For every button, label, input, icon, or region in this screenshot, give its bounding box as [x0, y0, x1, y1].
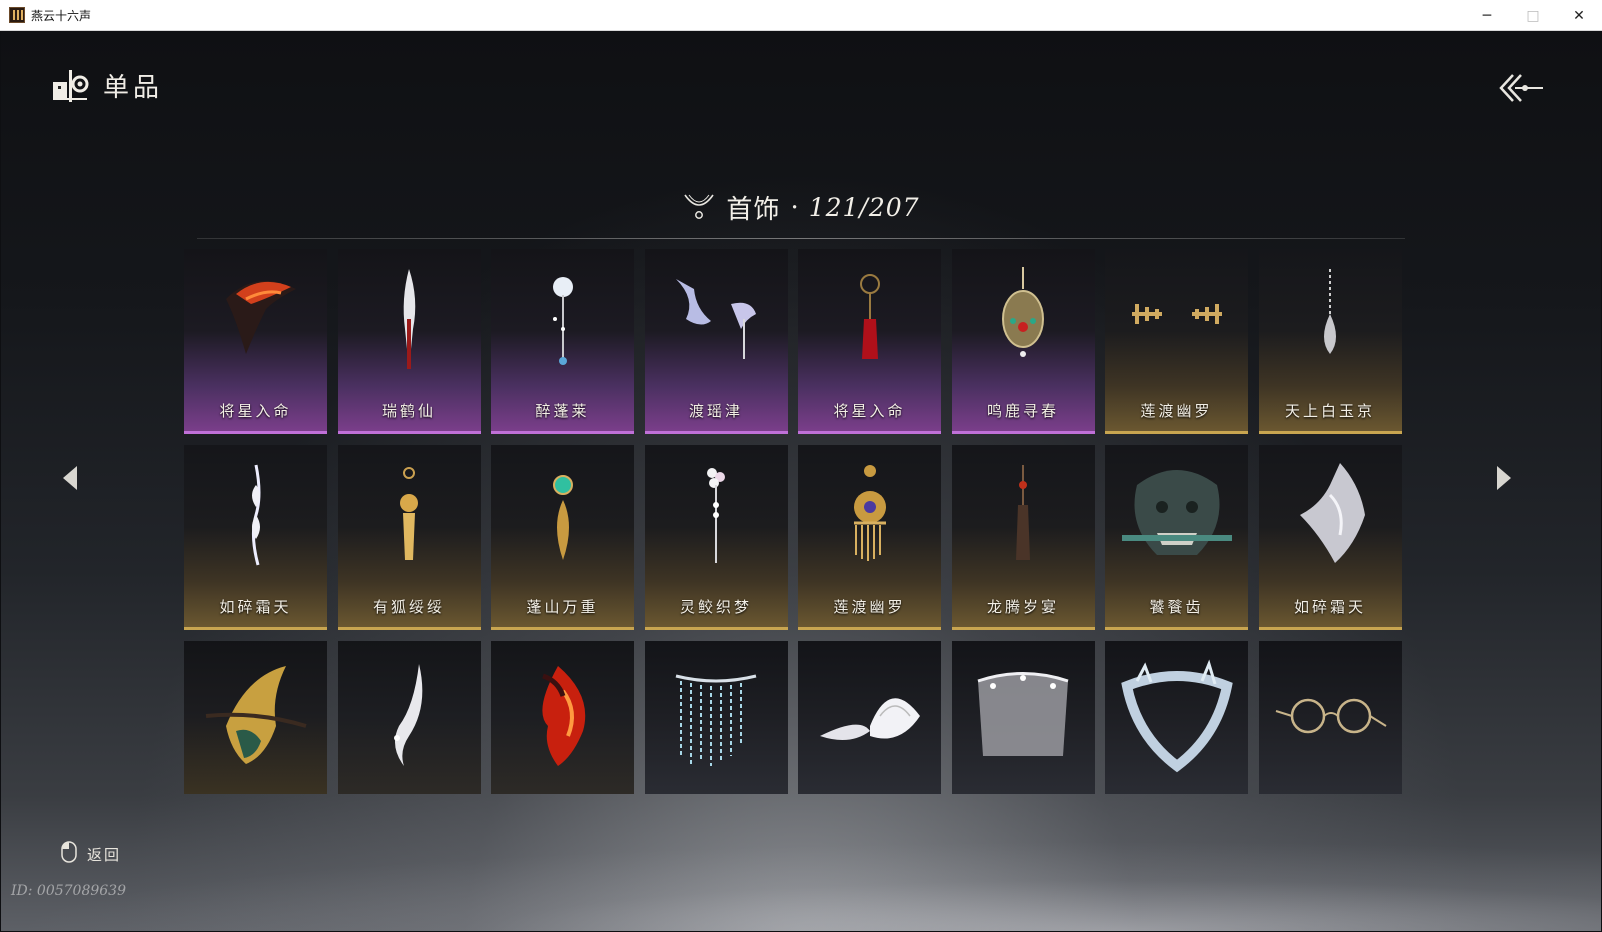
red-flame-ornament-icon — [491, 651, 634, 781]
feather-hairpin-icon — [338, 259, 481, 379]
game-view: 单品 首饰 · 121/207 将星入命 瑞鹤仙 醉蓬莱 渡瑶津 将星入命 鸣鹿寻春 莲渡幽… — [1, 31, 1601, 931]
item-card[interactable]: 天上白玉京 — [1258, 249, 1402, 434]
jade-gold-earring-icon — [491, 455, 634, 575]
item-name: 将星入命 — [219, 402, 292, 420]
item-name: 鸣鹿寻春 — [986, 402, 1059, 420]
mouse-right-click-icon — [61, 841, 77, 867]
pearl-veil-icon — [952, 651, 1095, 781]
crystal-veil-icon — [645, 651, 788, 781]
gold-fringe-pendant-icon — [798, 455, 941, 575]
category-separator: · — [790, 192, 799, 223]
red-tassel-pendant-icon — [798, 259, 941, 379]
prev-page-arrow[interactable] — [59, 463, 83, 493]
item-card[interactable] — [491, 641, 634, 794]
item-name: 莲渡幽罗 — [1140, 402, 1213, 420]
item-grid: 将星入命 瑞鹤仙 醉蓬莱 渡瑶津 将星入命 鸣鹿寻春 莲渡幽罗 天上白玉京 如碎霜天 有狐绥绥 蓬山… — [184, 249, 1418, 794]
gold-ear-cuffs-icon — [1105, 259, 1248, 379]
user-id: ID: 0057089639 — [11, 883, 126, 899]
item-card[interactable]: 莲渡幽罗 — [1105, 249, 1248, 434]
round-glasses-icon — [1259, 651, 1402, 781]
item-card[interactable] — [798, 641, 941, 794]
window-titlebar: 燕云十六声 ─ □ ✕ — [0, 0, 1602, 31]
silver-flame-ornament-icon — [1259, 455, 1402, 575]
item-name: 有狐绥绥 — [372, 598, 445, 616]
twin-feather-clips-icon — [645, 259, 788, 379]
item-card[interactable]: 将星入命 — [184, 249, 327, 434]
item-card[interactable]: 鸣鹿寻春 — [951, 249, 1095, 434]
dark-tassel-pin-icon — [952, 455, 1095, 575]
item-card[interactable] — [644, 641, 788, 794]
item-card[interactable]: 将星入命 — [798, 249, 941, 434]
jade-gold-crest-icon — [184, 651, 327, 781]
item-name: 瑞鹤仙 — [381, 402, 436, 420]
back-arrow-button[interactable] — [1497, 71, 1545, 105]
item-card[interactable]: 莲渡幽罗 — [798, 445, 941, 630]
item-name: 醉蓬莱 — [535, 402, 590, 420]
item-name: 将星入命 — [833, 402, 906, 420]
return-label: 返回 — [87, 845, 122, 864]
return-button[interactable]: 返回 — [61, 841, 121, 867]
necklace-icon — [682, 191, 716, 225]
item-name: 如碎霜天 — [1293, 598, 1366, 616]
item-card[interactable] — [1258, 641, 1402, 794]
item-card[interactable] — [337, 641, 481, 794]
ice-circlet-icon — [1105, 651, 1248, 781]
header-divider — [197, 238, 1405, 239]
item-card[interactable]: 如碎霜天 — [184, 445, 327, 630]
minimize-button[interactable]: ─ — [1464, 0, 1510, 31]
app-icon — [9, 7, 25, 23]
item-card[interactable]: 饕餮齿 — [1105, 445, 1248, 630]
item-name: 如碎霜天 — [219, 598, 292, 616]
item-card[interactable] — [184, 641, 327, 794]
flame-wing-ornament-icon — [184, 259, 327, 379]
item-card[interactable] — [951, 641, 1095, 794]
item-name: 蓬山万重 — [526, 598, 599, 616]
category-title: 首饰 — [726, 195, 781, 225]
item-card[interactable]: 有狐绥绥 — [337, 445, 481, 630]
item-name: 龙腾岁宴 — [986, 598, 1059, 616]
page-title: 单品 — [103, 73, 164, 103]
flower-hairpin-icon — [491, 259, 634, 379]
gold-tassel-earring-icon — [338, 455, 481, 575]
item-name: 灵鲛织梦 — [679, 598, 752, 616]
window-controls: ─ □ ✕ — [1464, 0, 1602, 31]
item-card[interactable]: 龙腾岁宴 — [951, 445, 1095, 630]
maximize-button[interactable]: □ — [1510, 0, 1556, 31]
snow-ground — [1, 841, 1601, 931]
window-title: 燕云十六声 — [31, 8, 92, 23]
beast-mask-icon — [1105, 455, 1248, 575]
jeweled-medallion-icon — [952, 259, 1095, 379]
item-card[interactable] — [1105, 641, 1248, 794]
wardrobe-icon — [51, 68, 89, 104]
next-page-arrow[interactable] — [1491, 463, 1515, 493]
item-card[interactable]: 瑞鹤仙 — [337, 249, 481, 434]
pearl-flower-pin-icon — [645, 455, 788, 575]
item-card[interactable]: 醉蓬莱 — [491, 249, 634, 434]
item-card[interactable]: 蓬山万重 — [491, 445, 634, 630]
white-blade-ornament-icon — [338, 651, 481, 781]
close-button[interactable]: ✕ — [1556, 0, 1602, 31]
category-header: 首饰 · 121/207 — [1, 189, 1601, 226]
pearl-drop-earring-icon — [1259, 259, 1402, 379]
item-card[interactable]: 渡瑶津 — [644, 249, 788, 434]
item-card[interactable]: 灵鲛织梦 — [644, 445, 788, 630]
silver-leaf-earring-icon — [184, 455, 327, 575]
collection-count: 121/207 — [808, 193, 920, 222]
item-name: 天上白玉京 — [1284, 402, 1375, 420]
item-name: 莲渡幽罗 — [833, 598, 906, 616]
page-header: 单品 — [51, 67, 163, 104]
item-name: 渡瑶津 — [688, 402, 743, 420]
item-card[interactable]: 如碎霜天 — [1258, 445, 1402, 630]
white-wings-icon — [798, 651, 941, 781]
item-name: 饕餮齿 — [1149, 598, 1204, 616]
